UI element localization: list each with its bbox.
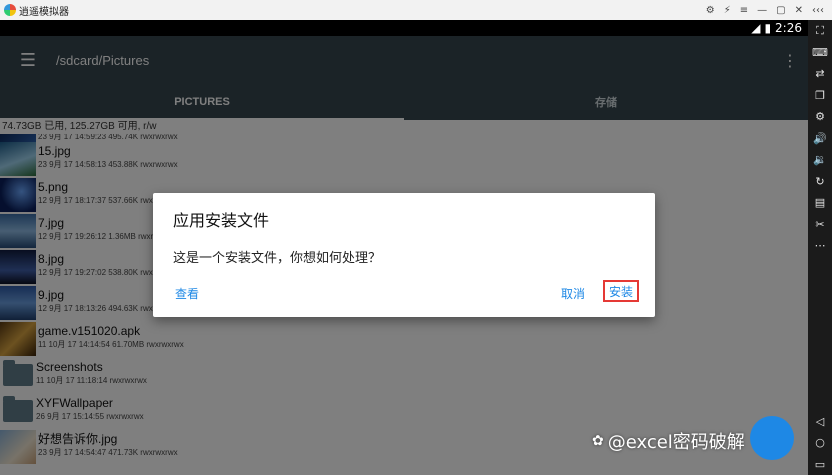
power-icon[interactable]: ⚡ [724, 5, 731, 16]
watermark-logo-icon: ✿ [592, 433, 604, 449]
emulator-window-controls: ⚙ ⚡ ≡ — ▢ ✕ ‹‹‹ [706, 5, 824, 16]
install-dialog: 应用安装文件 这是一个安装文件，你想如何处理？ 查看 取消 安装 [153, 193, 655, 317]
maximize-icon[interactable]: ▢ [776, 5, 785, 16]
rotate-icon[interactable]: ↻ [808, 171, 832, 193]
collapse-sidebar-icon[interactable]: ‹‹‹ [812, 5, 824, 16]
watermark: ✿ @excel密码破解 [592, 428, 745, 454]
floating-action-button[interactable] [750, 416, 794, 460]
dialog-message: 这是一个安装文件，你想如何处理？ [173, 251, 382, 266]
keyboard-icon[interactable]: ⌨ [808, 42, 832, 64]
window-icon[interactable]: ❐ [808, 85, 832, 107]
minimize-icon[interactable]: — [757, 5, 767, 16]
close-icon[interactable]: ✕ [795, 5, 803, 16]
emulator-logo-icon [4, 4, 16, 16]
more-icon[interactable]: ⋯ [808, 235, 832, 257]
screen: 逍遥模拟器 ⚙ ⚡ ≡ — ▢ ✕ ‹‹‹ ◢ ▮ 2:26 ☰ /sdcard… [0, 0, 832, 475]
emulator-sidebar: ⛶ ⌨ ⇄ ❐ ⚙ 🔊 🔉 ↻ ▤ ✂ ⋯ ◁ ○ ▭ [808, 20, 832, 475]
home-icon[interactable]: ○ [808, 432, 832, 454]
cancel-button[interactable]: 取消 [561, 285, 585, 302]
emulator-title-bar: 逍遥模拟器 ⚙ ⚡ ≡ — ▢ ✕ ‹‹‹ [0, 0, 832, 20]
sync-icon[interactable]: ⇄ [808, 63, 832, 85]
install-button[interactable]: 安装 [603, 280, 639, 302]
volume-down-icon[interactable]: 🔉 [808, 149, 832, 171]
scissors-icon[interactable]: ✂ [808, 214, 832, 236]
recent-icon[interactable]: ▭ [808, 454, 832, 475]
dialog-title: 应用安装文件 [173, 211, 270, 230]
battery-icon: ▮ [764, 21, 772, 35]
folder-icon[interactable]: ▤ [808, 192, 832, 214]
watermark-text: @excel密码破解 [607, 432, 745, 453]
wifi-icon: ◢ [751, 21, 761, 35]
emulator-title: 逍遥模拟器 [19, 6, 69, 18]
settings-icon[interactable]: ⚙ [706, 5, 715, 16]
resize-icon[interactable]: ⛶ [808, 20, 832, 42]
gear-icon[interactable]: ⚙ [808, 106, 832, 128]
clock: 2:26 [775, 21, 802, 35]
android-status-bar: ◢ ▮ 2:26 [0, 20, 808, 36]
menu-icon[interactable]: ≡ [740, 5, 748, 16]
back-icon[interactable]: ◁ [808, 411, 832, 433]
volume-up-icon[interactable]: 🔊 [808, 128, 832, 150]
view-button[interactable]: 查看 [175, 285, 199, 302]
